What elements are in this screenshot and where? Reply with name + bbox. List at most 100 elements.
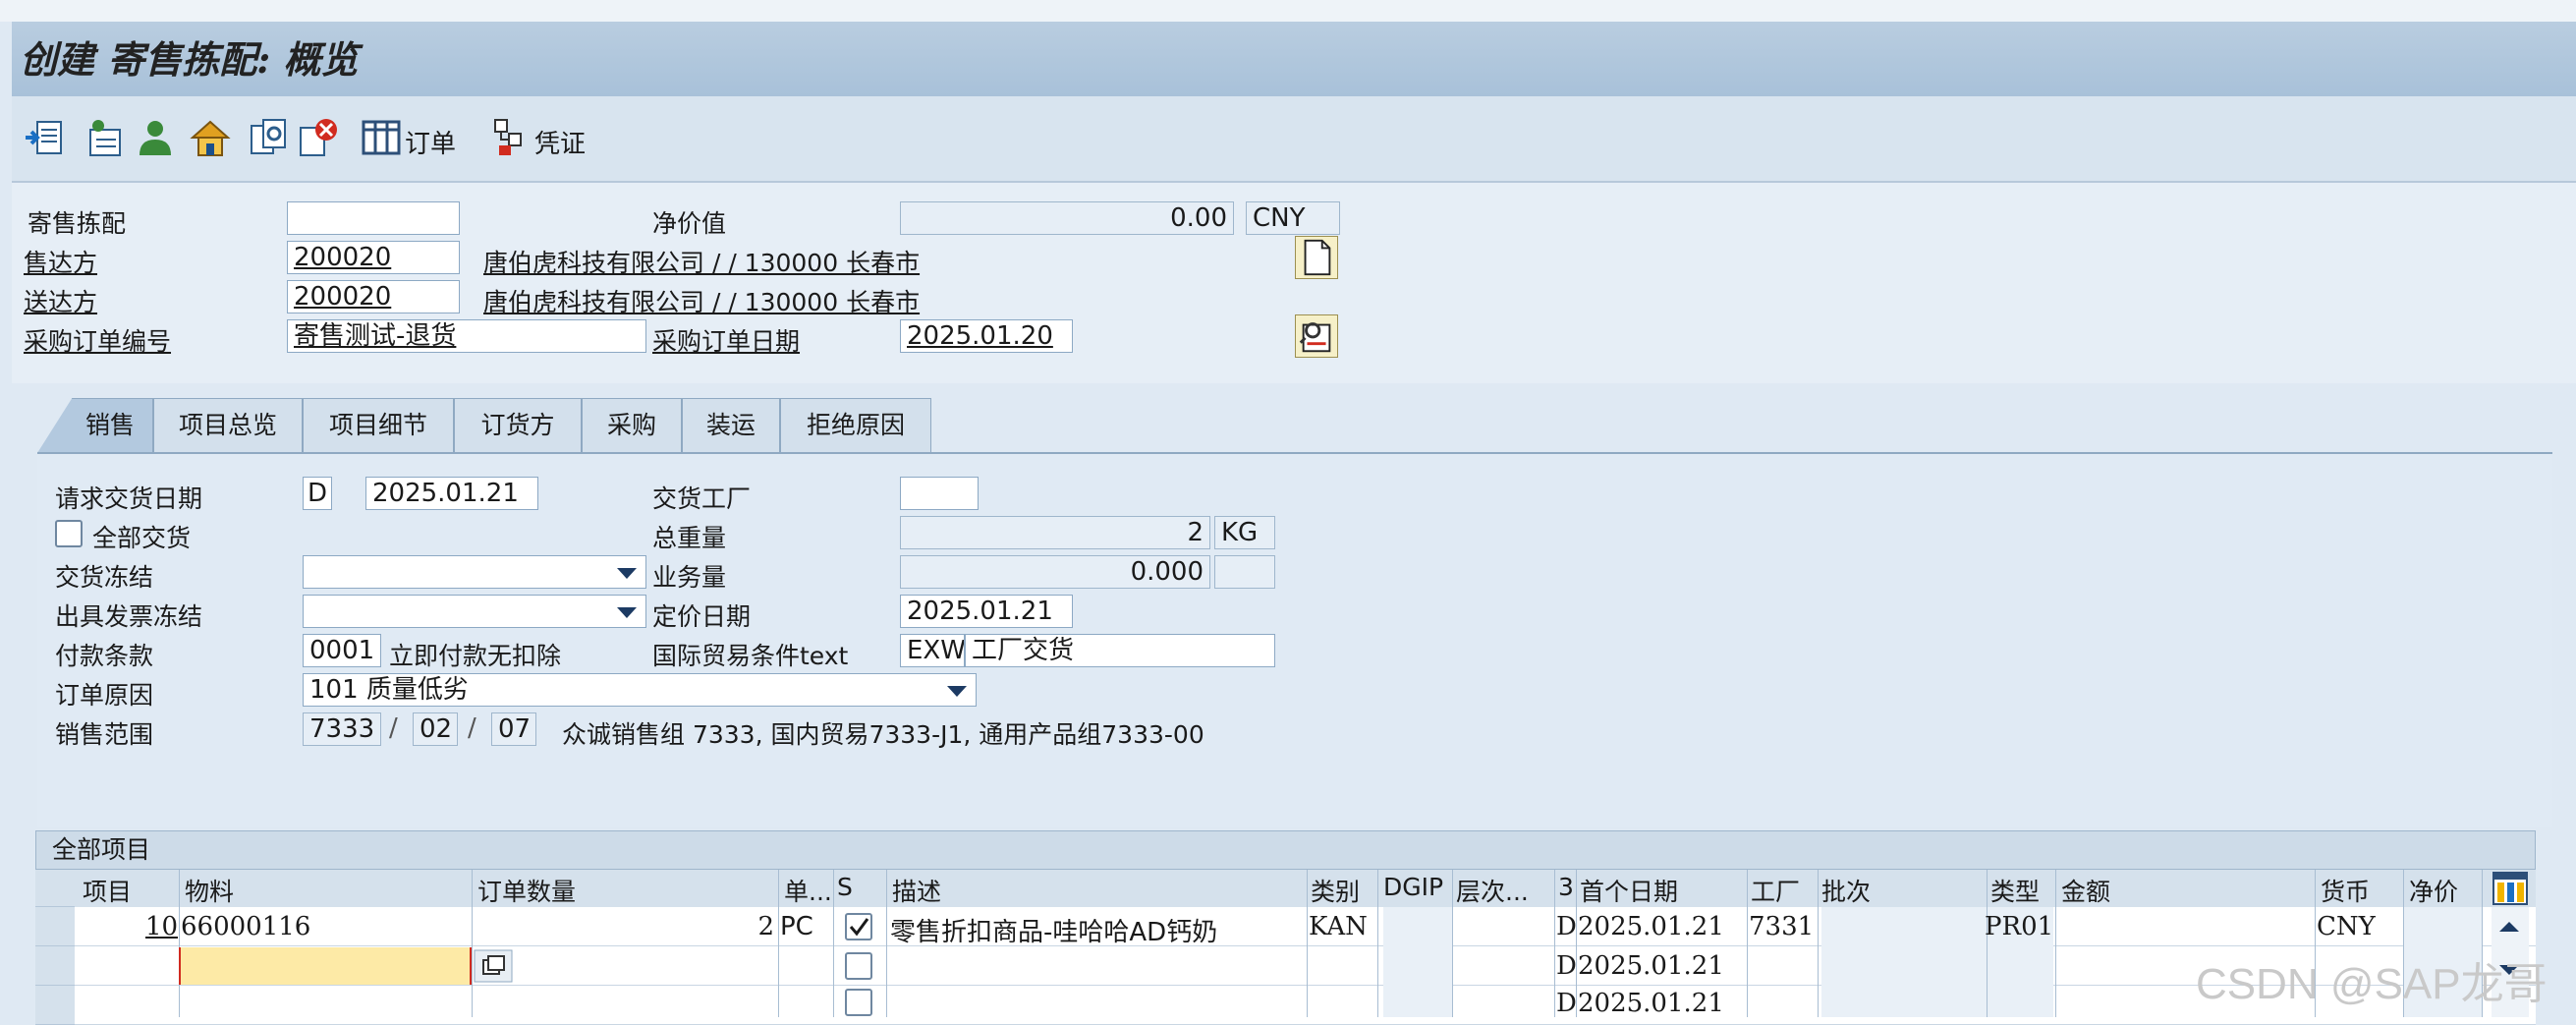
tab-ordering-party[interactable]: 订货方 (454, 398, 582, 453)
dist-channel-field: 02 (413, 712, 458, 746)
cell-plant[interactable]: 7331 (1749, 912, 1814, 941)
payment-terms-field[interactable]: 0001 (303, 634, 381, 667)
col-d[interactable]: 3 (1558, 873, 1572, 901)
tab-rejection-reason[interactable]: 拒绝原因 (780, 398, 931, 453)
sold-to-label[interactable]: 售达方 (24, 244, 97, 279)
col-description[interactable]: 描述 (892, 873, 941, 908)
delivery-plant-field[interactable] (900, 477, 979, 510)
tab-item-overview[interactable]: 项目总览 (153, 398, 303, 453)
column-settings-icon[interactable] (2492, 871, 2529, 906)
currency-field: CNY (1246, 201, 1340, 235)
col-net-price[interactable]: 净价 (2409, 873, 2458, 908)
row-selector[interactable] (35, 907, 75, 946)
items-grid-header (35, 870, 2536, 908)
col-first-date[interactable]: 首个日期 (1580, 873, 1678, 908)
delivery-block-dropdown[interactable] (303, 555, 646, 589)
pricing-date-field[interactable]: 2025.01.21 (900, 595, 1073, 628)
complete-delivery-checkbox[interactable] (55, 520, 83, 547)
ship-to-description[interactable]: 唐伯虎科技有限公司 / / 130000 长春市 (483, 283, 920, 318)
check-icon (849, 918, 869, 937)
partner-list-icon[interactable] (83, 116, 126, 159)
col-s[interactable]: S (837, 873, 853, 901)
req-delivery-date-type-field[interactable]: D (303, 477, 332, 510)
billing-block-dropdown[interactable] (303, 595, 646, 628)
select-all-corner[interactable] (35, 870, 75, 907)
row-checkbox[interactable] (845, 952, 872, 980)
tab-shipping[interactable]: 装运 (682, 398, 780, 453)
cell-first-date[interactable]: 2025.01.21 (1578, 912, 1724, 941)
col-divider (472, 870, 473, 1017)
cell-first-date[interactable]: 2025.01.21 (1578, 951, 1724, 981)
chevron-down-icon[interactable] (617, 607, 637, 618)
table-row[interactable] (35, 907, 2536, 946)
po-date-label[interactable]: 采购订单日期 (652, 322, 800, 358)
consign-pick-field[interactable] (287, 201, 460, 235)
document-flow-icon[interactable] (491, 116, 534, 159)
chevron-down-icon[interactable] (617, 568, 637, 579)
chevron-down-icon[interactable] (947, 686, 967, 697)
sales-area-description: 众诚销售组 7333, 国内贸易7333-J1, 通用产品组7333-00 (562, 720, 1204, 749)
po-number-field[interactable]: 寄售测试-退货 (287, 319, 646, 353)
ship-to-field[interactable]: 200020 (287, 280, 460, 313)
order-button-label[interactable]: 订单 (405, 124, 456, 160)
row-selector[interactable] (35, 946, 75, 986)
incoterms-description-field[interactable]: 工厂交货 (965, 634, 1275, 667)
cell-first-date[interactable]: 2025.01.21 (1578, 989, 1724, 1018)
po-date-field[interactable]: 2025.01.20 (900, 319, 1073, 353)
cell-currency[interactable]: CNY (2317, 912, 2376, 941)
col-material[interactable]: 物料 (185, 873, 234, 908)
house-icon[interactable] (189, 116, 232, 159)
cell-category[interactable]: KAN (1309, 912, 1368, 941)
col-level[interactable]: 层次... (1456, 873, 1552, 908)
col-dgip[interactable]: DGIP (1383, 873, 1443, 901)
weight-unit-field: KG (1214, 516, 1275, 549)
col-category[interactable]: 类别 (1311, 873, 1360, 908)
incoterms-code-field[interactable]: EXW (900, 634, 965, 667)
display-document-button[interactable] (1295, 314, 1338, 358)
col-divider (179, 870, 180, 1017)
cell-unit[interactable]: PC (780, 912, 813, 941)
watermark: CSDN @SAP龙哥 (2196, 960, 2548, 1008)
cell-d[interactable]: D (1556, 912, 1577, 941)
cell-qty[interactable]: 2 (472, 912, 774, 941)
row-checkbox-checked[interactable] (845, 913, 872, 940)
cell-material[interactable]: 66000116 (181, 912, 310, 941)
col-order-qty[interactable]: 订单数量 (477, 873, 576, 908)
row-checkbox[interactable] (845, 989, 872, 1016)
value-help-icon[interactable] (474, 949, 513, 983)
cell-item[interactable]: 10 (145, 912, 178, 941)
payment-terms-label: 付款条款 (55, 642, 154, 670)
cell-type[interactable]: PR01 (1985, 912, 2053, 941)
col-unit[interactable]: 单... (784, 873, 832, 908)
voucher-button-label[interactable]: 凭证 (534, 124, 586, 160)
row-selector[interactable] (35, 986, 75, 1025)
sold-to-description[interactable]: 唐伯虎科技有限公司 / / 130000 长春市 (483, 244, 920, 279)
cell-description[interactable]: 零售折扣商品-哇哈哈AD钙奶 (890, 912, 1217, 948)
material-input-active[interactable] (179, 947, 472, 985)
po-number-label[interactable]: 采购订单编号 (24, 322, 171, 358)
col-batch[interactable]: 批次 (1821, 873, 1871, 908)
person-icon[interactable] (134, 116, 177, 159)
col-type[interactable]: 类型 (1990, 873, 2040, 908)
cancel-change-icon[interactable] (297, 116, 340, 159)
tab-item-detail[interactable]: 项目细节 (303, 398, 454, 453)
req-delivery-date-field[interactable]: 2025.01.21 (365, 477, 538, 510)
col-divider (886, 870, 887, 1017)
tab-sales[interactable]: 销售 (37, 398, 153, 453)
document-button[interactable] (1295, 236, 1338, 279)
scroll-up-icon[interactable] (2497, 920, 2521, 934)
table-icon[interactable] (360, 116, 403, 159)
header-details-icon[interactable] (24, 116, 67, 159)
order-reason-dropdown[interactable]: 101 质量低劣 (303, 673, 977, 707)
copy-document-icon[interactable] (248, 116, 291, 159)
tab-procurement[interactable]: 采购 (582, 398, 682, 453)
col-currency[interactable]: 货币 (2321, 873, 2370, 908)
table-row[interactable] (35, 986, 2536, 1025)
col-item[interactable]: 项目 (83, 873, 132, 908)
cell-d[interactable]: D (1556, 951, 1577, 981)
cell-d[interactable]: D (1556, 989, 1577, 1018)
col-plant[interactable]: 工厂 (1751, 873, 1800, 908)
col-amount[interactable]: 金额 (2061, 873, 2110, 908)
sold-to-field[interactable]: 200020 (287, 241, 460, 274)
ship-to-label[interactable]: 送达方 (24, 283, 97, 318)
